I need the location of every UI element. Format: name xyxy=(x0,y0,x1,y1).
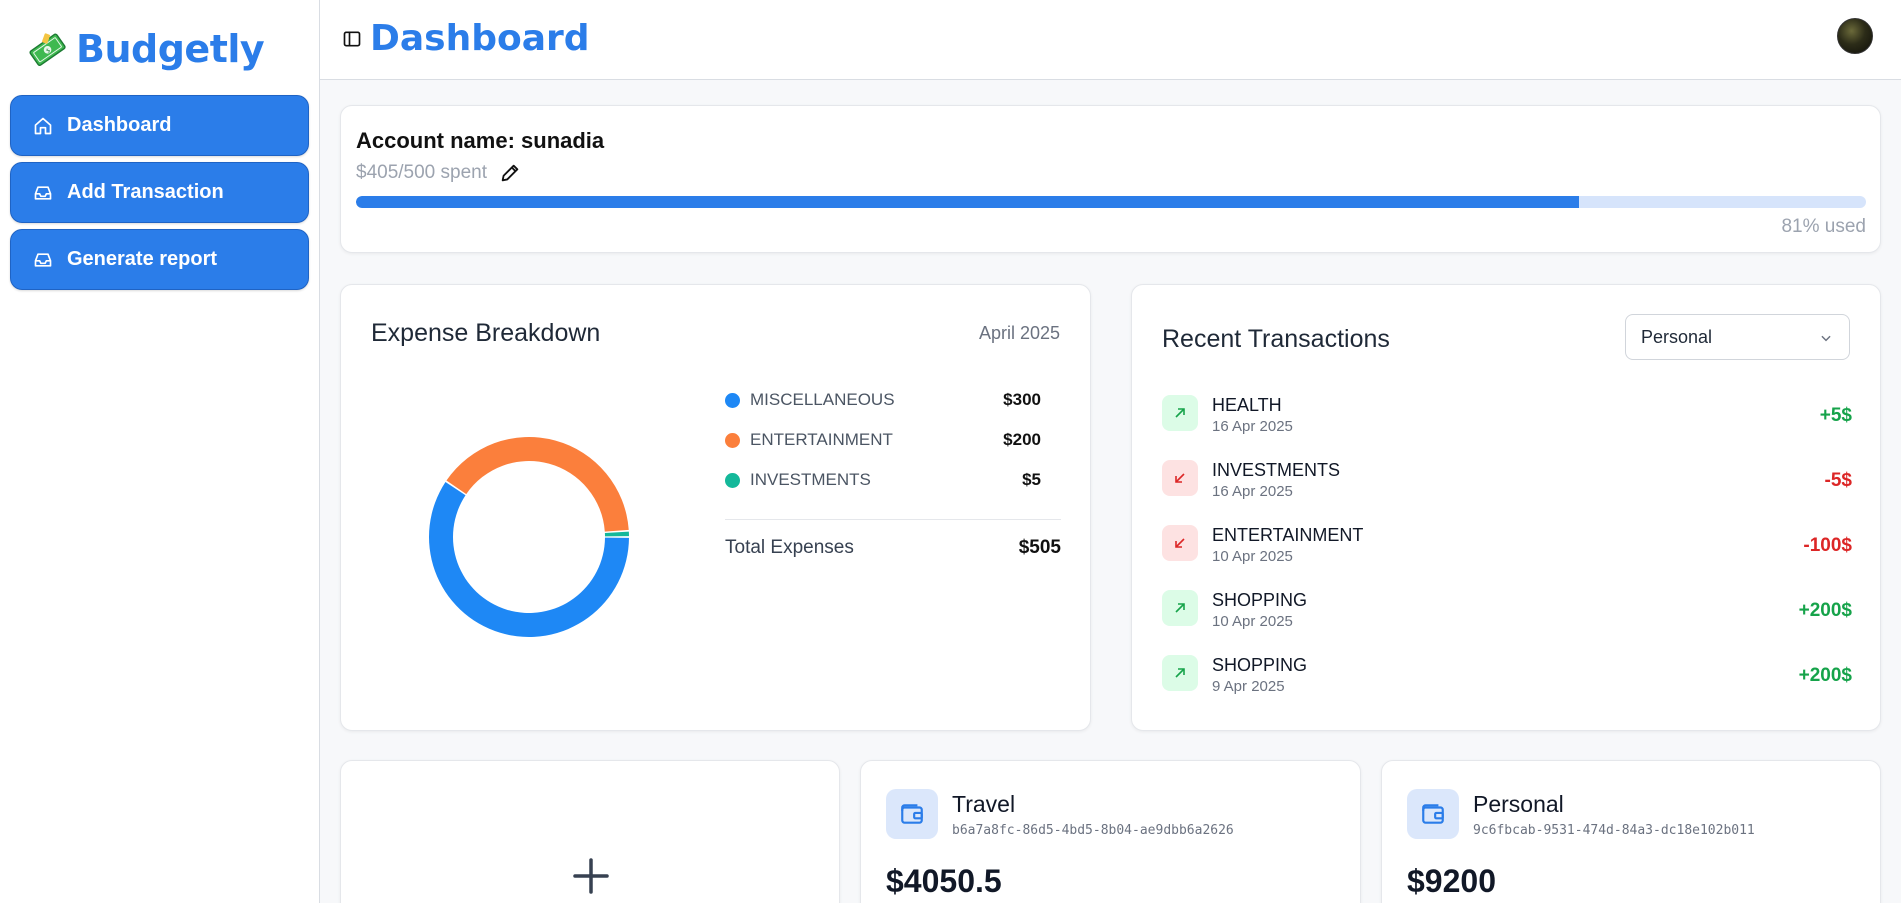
add-wallet-card[interactable] xyxy=(340,760,840,903)
wallet-filter-select[interactable]: Personal xyxy=(1625,314,1850,360)
avatar[interactable] xyxy=(1837,18,1873,54)
sidebar-toggle-icon[interactable] xyxy=(342,29,362,49)
donut-slice-investments xyxy=(604,531,629,537)
transaction-amount: -100$ xyxy=(1803,535,1852,556)
wallet-icon xyxy=(886,789,938,839)
wallet-balance: $4050.5 xyxy=(886,863,1002,899)
legend-dot-entertainment xyxy=(725,432,740,448)
legend-item: MISCELLANEOUS $300 xyxy=(725,380,1061,420)
transaction-category: INVESTMENTS xyxy=(1212,460,1341,480)
transaction-date: 16 Apr 2025 xyxy=(1212,418,1293,435)
transaction-row[interactable]: SHOPPING 10 Apr 2025 +200$ xyxy=(1162,586,1852,651)
page-title: Dashboard xyxy=(370,18,590,59)
account-name: Account name: sunadia xyxy=(356,128,605,153)
transaction-category: SHOPPING xyxy=(1212,655,1308,675)
income-arrow-icon xyxy=(1162,395,1198,431)
wallet-filter-value: Personal xyxy=(1641,326,1713,347)
legend-value: $300 xyxy=(1003,390,1041,409)
budget-progress-fill xyxy=(356,196,1580,208)
money-icon: $ xyxy=(29,33,66,67)
transaction-amount: +200$ xyxy=(1798,600,1852,621)
transaction-category: ENTERTAINMENT xyxy=(1212,525,1364,545)
total-expenses-label: Total Expenses xyxy=(725,536,854,558)
budget-progress-bar xyxy=(356,196,1866,208)
transaction-list: HEALTH 16 Apr 2025 +5$ INVESTMENTS 16 Ap… xyxy=(1162,391,1852,716)
sidebar-item-generate-report[interactable]: Generate report xyxy=(10,229,309,290)
legend-label: ENTERTAINMENT xyxy=(750,430,893,449)
spent-text: $405/500 spent xyxy=(356,162,488,183)
expense-donut-chart xyxy=(429,437,629,637)
wallet-icon xyxy=(1407,789,1459,839)
legend-value: $200 xyxy=(1003,430,1041,449)
sidebar: $ Budgetly Dashboard Add Transaction Gen… xyxy=(0,0,320,903)
legend-item: ENTERTAINMENT $200 xyxy=(725,420,1061,460)
total-expenses-value: $505 xyxy=(1018,536,1061,558)
transaction-category: HEALTH xyxy=(1212,395,1282,415)
budget-used-text: 81% used xyxy=(1781,216,1866,237)
sidebar-nav: Dashboard Add Transaction Generate repor… xyxy=(10,95,309,296)
wallet-card-personal[interactable]: Personal 9c6fbcab-9531-474d-84a3-dc18e10… xyxy=(1381,760,1881,903)
expense-month: April 2025 xyxy=(978,323,1060,343)
account-card: Account name: sunadia $405/500 spent 81%… xyxy=(340,105,1881,253)
brand-name: Budgetly xyxy=(76,27,265,71)
transaction-date: 16 Apr 2025 xyxy=(1212,483,1293,500)
transaction-amount: +5$ xyxy=(1819,405,1852,426)
pencil-icon[interactable] xyxy=(499,162,521,184)
wallet-id: b6a7a8fc-86d5-4bd5-8b04-ae9dbb6a2626 xyxy=(952,823,1234,838)
expense-arrow-icon xyxy=(1162,525,1198,561)
transaction-date: 9 Apr 2025 xyxy=(1212,678,1285,695)
wallet-name: Personal xyxy=(1473,791,1564,817)
wallet-name: Travel xyxy=(952,791,1016,817)
transaction-row[interactable]: ENTERTAINMENT 10 Apr 2025 -100$ xyxy=(1162,521,1852,586)
home-icon xyxy=(34,117,52,134)
wallet-id: 9c6fbcab-9531-474d-84a3-dc18e102b011 xyxy=(1473,823,1755,838)
recent-transactions-title: Recent Transactions xyxy=(1162,325,1390,353)
inbox-icon xyxy=(34,252,52,267)
transaction-row[interactable]: HEALTH 16 Apr 2025 +5$ xyxy=(1162,391,1852,456)
transaction-row[interactable]: SHOPPING 9 Apr 2025 +200$ xyxy=(1162,651,1852,716)
expense-breakdown-card: Expense Breakdown April 2025 MISCELLANEO… xyxy=(340,284,1091,731)
income-arrow-icon xyxy=(1162,655,1198,691)
recent-transactions-card: Recent Transactions Personal HEALTH 16 A… xyxy=(1131,284,1881,731)
legend-dot-miscellaneous xyxy=(725,392,740,408)
transaction-amount: -5$ xyxy=(1824,470,1852,491)
plus-icon xyxy=(573,858,609,894)
spent-summary: $405/500 spent xyxy=(356,162,521,184)
legend-label: INVESTMENTS xyxy=(750,470,871,489)
legend-dot-investments xyxy=(725,472,740,488)
legend-value: $5 xyxy=(1022,470,1041,489)
total-expenses-row: Total Expenses $505 xyxy=(725,520,1061,575)
chevron-down-icon xyxy=(1821,335,1831,342)
legend-label: MISCELLANEOUS xyxy=(750,390,895,409)
legend-item: INVESTMENTS $5 xyxy=(725,460,1061,500)
expense-legend: MISCELLANEOUS $300 ENTERTAINMENT $200 IN… xyxy=(725,380,1061,575)
wallet-card-travel[interactable]: Travel b6a7a8fc-86d5-4bd5-8b04-ae9dbb6a2… xyxy=(860,760,1361,903)
transaction-category: SHOPPING xyxy=(1212,590,1308,610)
transaction-amount: +200$ xyxy=(1798,665,1852,686)
inbox-icon xyxy=(34,185,52,200)
sidebar-item-label: Add Transaction xyxy=(67,181,224,203)
header: Dashboard xyxy=(320,0,1901,80)
transaction-date: 10 Apr 2025 xyxy=(1212,548,1293,565)
expense-arrow-icon xyxy=(1162,460,1198,496)
transaction-row[interactable]: INVESTMENTS 16 Apr 2025 -5$ xyxy=(1162,456,1852,521)
expense-breakdown-title: Expense Breakdown xyxy=(371,319,601,347)
brand[interactable]: $ Budgetly xyxy=(28,24,265,74)
transaction-date: 10 Apr 2025 xyxy=(1212,613,1293,630)
donut-slice-entertainment xyxy=(446,437,629,532)
wallet-balance: $9200 xyxy=(1407,863,1496,899)
sidebar-item-label: Generate report xyxy=(67,248,218,270)
sidebar-item-add-transaction[interactable]: Add Transaction xyxy=(10,162,309,223)
sidebar-item-label: Dashboard xyxy=(67,114,172,136)
sidebar-item-dashboard[interactable]: Dashboard xyxy=(10,95,309,156)
income-arrow-icon xyxy=(1162,590,1198,626)
